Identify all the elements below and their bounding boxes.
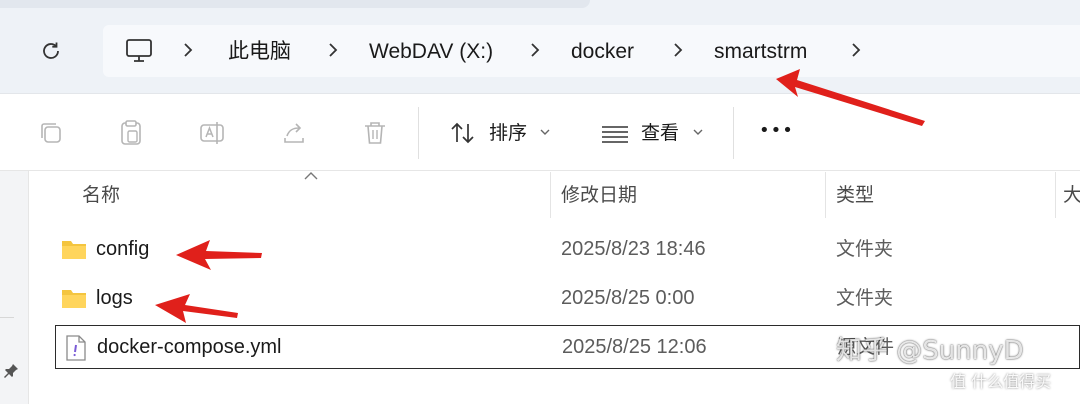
toolbar-divider [418, 107, 419, 159]
pin-icon[interactable] [2, 362, 20, 380]
column-header-date[interactable]: 修改日期 [561, 182, 637, 208]
refresh-button[interactable] [36, 36, 66, 66]
rename-icon[interactable] [197, 118, 227, 148]
column-divider[interactable] [1055, 172, 1056, 218]
file-date: 2025/8/23 18:46 [561, 238, 706, 260]
breadcrumb-docker[interactable]: docker [571, 38, 634, 66]
file-date: 2025/8/25 0:00 [561, 287, 695, 309]
sort-icon[interactable] [448, 118, 478, 148]
chevron-right-icon[interactable] [528, 41, 542, 59]
file-name: docker-compose.yml [97, 336, 282, 358]
chevron-right-icon[interactable] [849, 41, 863, 59]
file-type: 文件夹 [836, 287, 894, 309]
watermark-secondary: 值 什么值得买 [950, 372, 1052, 391]
file-icon [66, 335, 86, 361]
paste-icon[interactable] [116, 118, 146, 148]
file-row[interactable]: logs 2025/8/25 0:00 文件夹 [55, 276, 1080, 320]
tab-strip [0, 0, 590, 8]
view-icon[interactable] [600, 118, 630, 148]
computer-icon[interactable] [125, 38, 153, 64]
refresh-icon [43, 42, 59, 59]
breadcrumb-smartstrm[interactable]: smartstrm [714, 38, 807, 66]
folder-icon [62, 241, 86, 259]
sort-ascending-icon [304, 172, 318, 180]
breadcrumb-this-pc[interactable]: 此电脑 [228, 38, 291, 66]
column-header-name[interactable]: 名称 [82, 182, 120, 208]
file-type: 文件夹 [836, 238, 894, 260]
chevron-down-icon[interactable] [540, 128, 550, 136]
column-divider[interactable] [825, 172, 826, 218]
column-header-size[interactable]: 大 [1063, 182, 1080, 208]
column-header-type[interactable]: 类型 [836, 182, 874, 208]
chevron-down-icon[interactable] [693, 128, 703, 136]
column-divider[interactable] [550, 172, 551, 218]
file-name: config [96, 238, 150, 260]
view-button[interactable]: 查看 [641, 120, 679, 146]
folder-icon [62, 290, 86, 308]
chevron-right-icon[interactable] [671, 41, 685, 59]
delete-icon[interactable] [360, 118, 390, 148]
watermark: 知乎 @SunnyD [836, 336, 1024, 366]
copy-icon[interactable] [36, 118, 66, 148]
chevron-right-icon[interactable] [181, 41, 195, 59]
file-row[interactable]: config 2025/8/23 18:46 文件夹 [55, 227, 1080, 271]
file-name: logs [96, 287, 133, 309]
file-date: 2025/8/25 12:06 [562, 336, 707, 358]
chevron-right-icon[interactable] [326, 41, 340, 59]
more-options-button[interactable]: ••• [759, 118, 794, 144]
sort-button[interactable]: 排序 [489, 120, 527, 146]
toolbar-divider [733, 107, 734, 159]
share-icon[interactable] [279, 118, 309, 148]
breadcrumb-webdav[interactable]: WebDAV (X:) [369, 38, 493, 66]
navigation-divider [0, 317, 14, 318]
